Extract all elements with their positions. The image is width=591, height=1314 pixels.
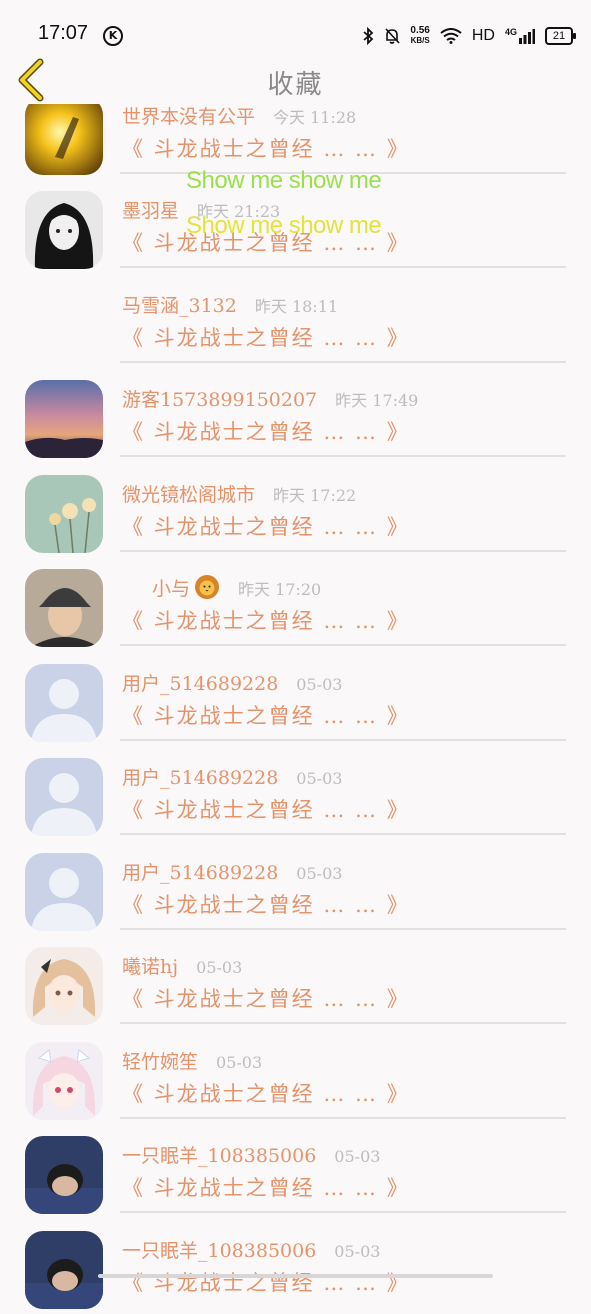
username: 曦诺hj bbox=[122, 956, 179, 978]
username-line: 用户_514689228 05-03 bbox=[122, 669, 342, 696]
home-indicator[interactable] bbox=[98, 1274, 493, 1278]
username-line: 马雪涵_3132 昨天 18:11 bbox=[122, 291, 338, 318]
favorite-title[interactable]: 《 斗龙战士之曾经 … … 》 bbox=[122, 1078, 410, 1108]
list-item[interactable]: 马雪涵_3132 昨天 18:11 《 斗龙战士之曾经 … … 》 bbox=[0, 275, 591, 369]
list-item[interactable]: 用户_514689228 05-03 《 斗龙战士之曾经 … … 》 bbox=[0, 747, 591, 841]
favorite-title[interactable]: 《 斗龙战士之曾经 … … 》 bbox=[122, 322, 410, 352]
divider bbox=[120, 833, 566, 835]
list-item[interactable]: 轻竹婉笙 05-03 《 斗龙战士之曾经 … … 》 bbox=[0, 1031, 591, 1125]
avatar[interactable] bbox=[25, 286, 103, 364]
favorite-title[interactable]: 《 斗龙战士之曾经 … … 》 bbox=[122, 416, 410, 446]
username: 墨羽星 bbox=[122, 200, 180, 222]
username: 游客1573899150207 bbox=[122, 389, 318, 411]
username-line: 小与 昨天 17:20 bbox=[122, 574, 321, 601]
divider bbox=[120, 644, 566, 646]
favorite-title[interactable]: 《 斗龙战士之曾经 … … 》 bbox=[122, 511, 410, 541]
divider bbox=[120, 739, 566, 741]
username-line: 用户_514689228 05-03 bbox=[122, 763, 342, 790]
avatar[interactable] bbox=[25, 380, 103, 458]
avatar[interactable] bbox=[25, 97, 103, 175]
divider bbox=[120, 266, 566, 268]
favorite-time: 05-03 bbox=[216, 1053, 263, 1072]
list-item[interactable]: 一只眠羊_108385006 05-03 《 斗龙战士之曾经 … … 》 bbox=[0, 1220, 591, 1314]
divider bbox=[120, 455, 566, 457]
avatar[interactable] bbox=[25, 1042, 103, 1120]
favorite-time: 05-03 bbox=[196, 958, 243, 977]
page-title: 收藏 bbox=[267, 70, 324, 100]
divider bbox=[120, 550, 566, 552]
avatar[interactable] bbox=[25, 1231, 103, 1309]
avatar[interactable] bbox=[25, 758, 103, 836]
favorite-time: 今天 11:28 bbox=[273, 108, 357, 127]
favorite-title[interactable]: 《 斗龙战士之曾经 … … 》 bbox=[122, 983, 410, 1013]
favorite-title[interactable]: 《 斗龙战士之曾经 … … 》 bbox=[122, 1267, 410, 1297]
username-line: 微光镜松阁城市 昨天 17:22 bbox=[122, 480, 356, 507]
username: 用户_514689228 bbox=[122, 673, 279, 695]
danmaku-text: Show me show me bbox=[186, 212, 382, 239]
username: 用户_514689228 bbox=[122, 862, 279, 884]
favorite-title[interactable]: 《 斗龙战士之曾经 … … 》 bbox=[122, 133, 410, 163]
list-item[interactable]: 曦诺hj 05-03 《 斗龙战士之曾经 … … 》 bbox=[0, 936, 591, 1030]
username: 一只眠羊_108385006 bbox=[122, 1145, 317, 1167]
username-line: 游客1573899150207 昨天 17:49 bbox=[122, 385, 418, 412]
divider bbox=[120, 928, 566, 930]
avatar[interactable] bbox=[25, 191, 103, 269]
username: 小与 bbox=[152, 578, 191, 600]
list-item[interactable]: 一只眠羊_108385006 05-03 《 斗龙战士之曾经 … … 》 bbox=[0, 1125, 591, 1219]
username-line: 世界本没有公平 今天 11:28 bbox=[122, 102, 356, 129]
danmaku-text: Show me show me bbox=[186, 167, 382, 194]
username: 世界本没有公平 bbox=[122, 106, 256, 128]
favorite-time: 05-03 bbox=[334, 1147, 381, 1166]
username-line: 一只眠羊_108385006 05-03 bbox=[122, 1236, 380, 1263]
username-line: 一只眠羊_108385006 05-03 bbox=[122, 1141, 380, 1168]
list-item[interactable]: 微光镜松阁城市 昨天 17:22 《 斗龙战士之曾经 … … 》 bbox=[0, 464, 591, 558]
list-item[interactable]: 游客1573899150207 昨天 17:49 《 斗龙战士之曾经 … … 》 bbox=[0, 369, 591, 463]
username: 用户_514689228 bbox=[122, 767, 279, 789]
divider bbox=[120, 1211, 566, 1213]
favorite-title[interactable]: 《 斗龙战士之曾经 … … 》 bbox=[122, 889, 410, 919]
username: 轻竹婉笙 bbox=[122, 1051, 199, 1073]
favorite-time: 昨天 17:49 bbox=[335, 391, 419, 410]
username-line: 用户_514689228 05-03 bbox=[122, 858, 342, 885]
username-line: 曦诺hj 05-03 bbox=[122, 952, 242, 979]
list-item[interactable]: 小与 昨天 17:20 《 斗龙战士之曾经 … … 》 bbox=[0, 558, 591, 652]
username-line: 轻竹婉笙 05-03 bbox=[122, 1047, 262, 1074]
avatar[interactable] bbox=[25, 1136, 103, 1214]
list-item[interactable]: 用户_514689228 05-03 《 斗龙战士之曾经 … … 》 bbox=[0, 842, 591, 936]
lion-emoji-icon bbox=[195, 575, 220, 599]
divider bbox=[120, 1022, 566, 1024]
favorite-time: 昨天 17:20 bbox=[238, 580, 322, 599]
avatar[interactable] bbox=[25, 475, 103, 553]
favorite-time: 昨天 17:22 bbox=[273, 486, 357, 505]
list-item[interactable]: 用户_514689228 05-03 《 斗龙战士之曾经 … … 》 bbox=[0, 653, 591, 747]
username: 一只眠羊_108385006 bbox=[122, 1240, 317, 1262]
divider bbox=[120, 361, 566, 363]
avatar[interactable] bbox=[25, 947, 103, 1025]
favorite-time: 05-03 bbox=[296, 675, 343, 694]
favorite-time: 昨天 18:11 bbox=[254, 297, 339, 316]
favorite-title[interactable]: 《 斗龙战士之曾经 … … 》 bbox=[122, 1172, 410, 1202]
username: 马雪涵_3132 bbox=[122, 295, 237, 317]
favorite-time: 05-03 bbox=[334, 1242, 381, 1261]
username: 微光镜松阁城市 bbox=[122, 484, 256, 506]
favorite-title[interactable]: 《 斗龙战士之曾经 … … 》 bbox=[122, 605, 410, 635]
avatar[interactable] bbox=[25, 853, 103, 931]
favorite-title[interactable]: 《 斗龙战士之曾经 … … 》 bbox=[122, 794, 410, 824]
favorite-title[interactable]: 《 斗龙战士之曾经 … … 》 bbox=[122, 700, 410, 730]
favorite-time: 05-03 bbox=[296, 864, 343, 883]
divider bbox=[120, 1117, 566, 1119]
top-app-bar: 收藏 bbox=[0, 56, 591, 104]
favorite-time: 05-03 bbox=[296, 769, 343, 788]
avatar[interactable] bbox=[25, 569, 103, 647]
avatar[interactable] bbox=[25, 664, 103, 742]
